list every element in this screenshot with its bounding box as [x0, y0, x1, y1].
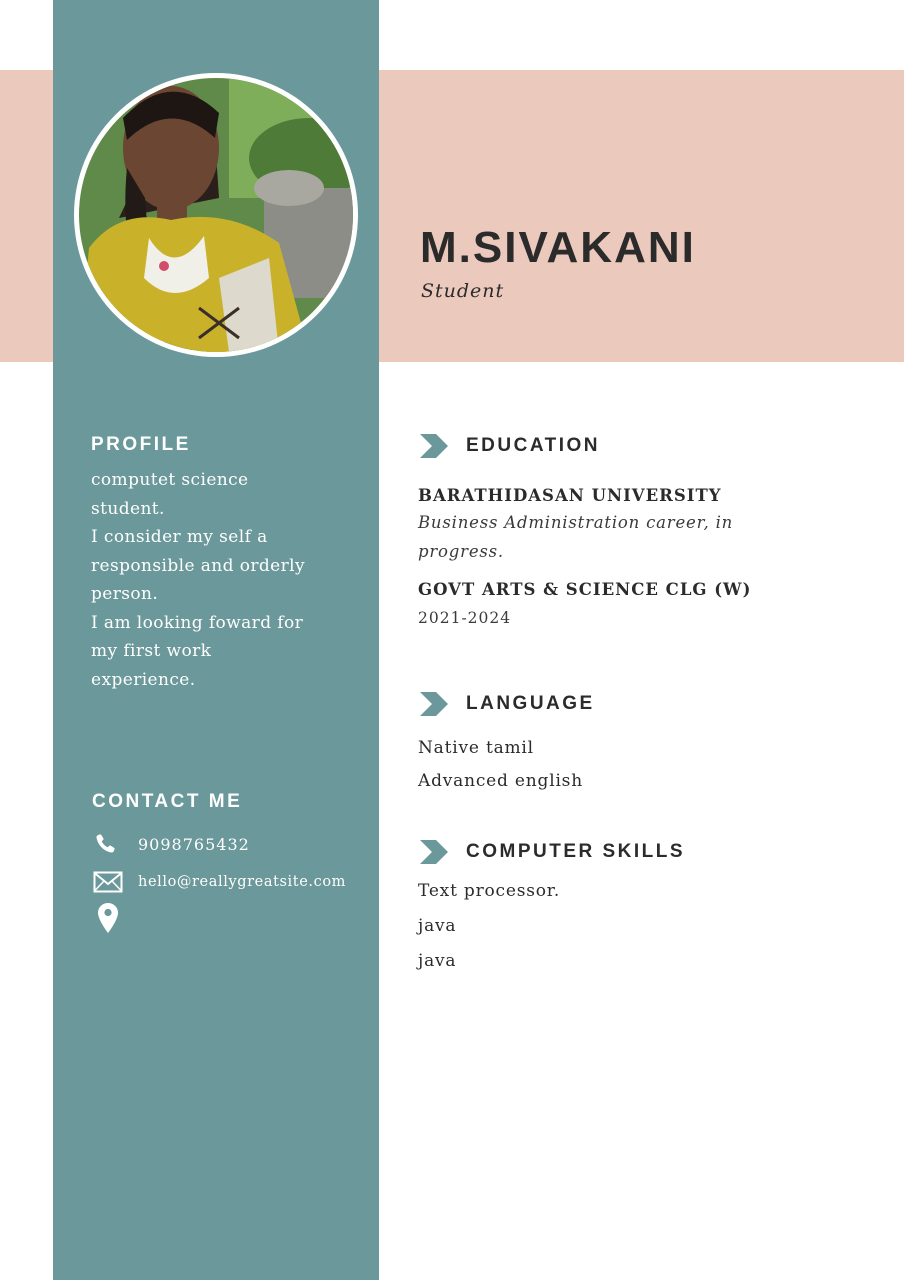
chevron-right-icon	[420, 434, 448, 458]
profile-heading: PROFILE	[91, 434, 191, 455]
profile-line: responsible and orderly	[91, 555, 305, 576]
contact-heading: CONTACT ME	[92, 791, 243, 812]
contact-location-row	[93, 903, 125, 933]
education-years: 2021-2024	[418, 609, 512, 627]
profile-line: person.	[91, 584, 159, 604]
education-section-header: EDUCATION	[418, 434, 600, 458]
education-school: GOVT ARTS & SCIENCE CLG (W)	[418, 580, 752, 599]
skill-item: Text processor.	[418, 881, 561, 901]
envelope-icon	[93, 869, 125, 895]
education-heading: EDUCATION	[466, 435, 601, 456]
language-item: Advanced english	[418, 771, 583, 791]
profile-line: I am looking foward for	[91, 612, 304, 633]
candidate-name: M.SIVAKANI	[420, 223, 696, 272]
candidate-role: Student	[421, 280, 505, 302]
chevron-right-icon	[420, 692, 448, 716]
contact-phone-row: 9098765432	[93, 831, 250, 857]
profile-line: I consider my self a	[91, 527, 268, 547]
language-heading: LANGUAGE	[466, 693, 595, 714]
location-pin-icon	[93, 903, 125, 933]
contact-email-row: hello@reallygreatsite.com	[93, 869, 346, 895]
education-detail: Business Administration career, in progr…	[418, 513, 734, 561]
phone-icon	[93, 831, 125, 857]
language-item: Native tamil	[418, 738, 534, 758]
profile-line: my first work	[91, 641, 212, 661]
chevron-right-icon	[420, 840, 448, 864]
profile-text: computet science student. I consider my …	[91, 466, 341, 694]
language-section-header: LANGUAGE	[418, 692, 595, 716]
email-address[interactable]: hello@reallygreatsite.com	[138, 874, 346, 890]
skills-section-header: COMPUTER SKILLS	[418, 840, 685, 864]
skills-heading: COMPUTER SKILLS	[466, 841, 686, 862]
profile-line: experience.	[91, 669, 196, 690]
skill-item: java	[418, 951, 457, 971]
education-school: BARATHIDASAN UNIVERSITY	[418, 486, 722, 505]
skill-item: java	[418, 916, 457, 936]
profile-photo	[74, 73, 358, 357]
profile-line: student.	[91, 498, 165, 519]
profile-line: computet science	[91, 470, 249, 490]
phone-number[interactable]: 9098765432	[138, 835, 250, 854]
